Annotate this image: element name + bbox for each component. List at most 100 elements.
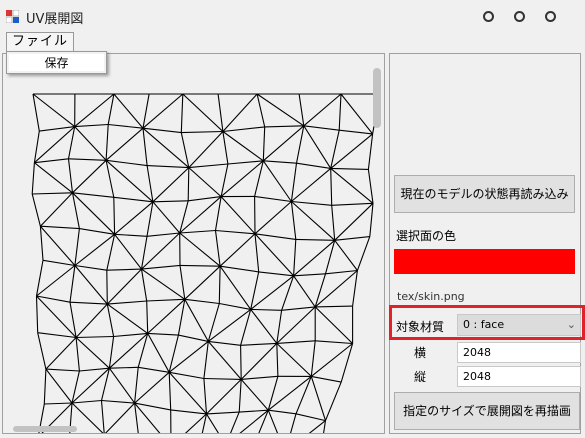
width-input[interactable]: 2048 bbox=[457, 342, 581, 363]
mesh-edge bbox=[134, 402, 161, 433]
mesh-edge bbox=[325, 269, 358, 275]
mesh-edge bbox=[250, 308, 282, 311]
file-menu[interactable]: ファイル bbox=[6, 32, 74, 51]
mesh-edge bbox=[239, 409, 269, 413]
mesh-edge bbox=[268, 409, 297, 415]
mesh-edge bbox=[206, 411, 240, 415]
window-title: UV展開図 bbox=[26, 12, 84, 27]
selected-face-color-label: 選択面の色 bbox=[396, 229, 457, 243]
reload-model-button[interactable]: 現在のモデルの状態再読み込み bbox=[394, 175, 575, 213]
mesh-edge bbox=[34, 162, 73, 194]
texture-path: tex/skin.png bbox=[397, 290, 465, 303]
mesh-edge bbox=[219, 302, 251, 310]
mesh-edge bbox=[114, 201, 154, 235]
save-menu-item[interactable]: 保存 bbox=[9, 54, 104, 71]
mesh-edge bbox=[146, 300, 149, 334]
mesh-edge bbox=[45, 368, 73, 404]
mesh-edge bbox=[75, 303, 108, 338]
menu-bar: ファイル bbox=[0, 32, 585, 52]
mesh-edge bbox=[184, 299, 209, 342]
mesh-edge bbox=[184, 298, 220, 305]
vertical-scrollbar[interactable] bbox=[373, 68, 381, 128]
mesh-edge bbox=[206, 413, 219, 433]
mesh-edge bbox=[68, 158, 107, 161]
mesh-edge bbox=[71, 370, 80, 404]
mesh-edge bbox=[106, 270, 108, 305]
mesh-edge bbox=[74, 228, 80, 266]
mesh-edge bbox=[134, 367, 139, 404]
mesh-edge bbox=[36, 265, 76, 297]
mesh-edge bbox=[331, 202, 374, 206]
mesh-edge bbox=[310, 376, 327, 421]
mesh-edge bbox=[214, 196, 222, 231]
mesh-edge bbox=[108, 123, 144, 129]
mesh-edge bbox=[152, 167, 190, 203]
mesh-edge bbox=[43, 369, 47, 405]
mesh-edge bbox=[74, 264, 107, 271]
mesh-edge bbox=[262, 126, 266, 161]
mesh-edge bbox=[220, 265, 259, 273]
mesh-edge bbox=[114, 233, 142, 270]
mesh-edge bbox=[267, 376, 279, 411]
mesh-edge bbox=[179, 229, 216, 234]
mesh-edge bbox=[369, 203, 374, 237]
mesh-edge bbox=[140, 269, 148, 302]
mesh-edge bbox=[331, 205, 336, 241]
mesh-edge bbox=[240, 309, 252, 346]
mesh-edge bbox=[184, 413, 207, 433]
mesh-edge bbox=[79, 367, 110, 372]
mesh-edge bbox=[188, 167, 222, 198]
mesh-edge bbox=[324, 240, 336, 274]
mesh-edge bbox=[74, 126, 107, 161]
mesh-edge bbox=[367, 133, 374, 170]
mesh-edge bbox=[74, 265, 108, 305]
minimize-icon[interactable] bbox=[483, 11, 494, 22]
uv-canvas[interactable] bbox=[2, 53, 385, 434]
maximize-icon[interactable] bbox=[514, 11, 525, 22]
mesh-edge bbox=[113, 196, 153, 203]
mesh-edge bbox=[330, 167, 374, 204]
mesh-edge bbox=[207, 303, 220, 342]
mesh-edge bbox=[141, 264, 181, 270]
mesh-edge bbox=[114, 233, 148, 237]
mesh-edge bbox=[330, 167, 369, 170]
mesh-edge bbox=[240, 379, 269, 411]
mesh-edge bbox=[276, 306, 316, 344]
mesh-edge bbox=[293, 239, 336, 277]
mesh-edge bbox=[256, 93, 305, 127]
mesh-edge bbox=[37, 332, 77, 339]
app-icon bbox=[6, 10, 19, 23]
mesh-edge bbox=[179, 232, 221, 267]
highlight-box bbox=[389, 305, 585, 340]
mesh-edge bbox=[250, 309, 278, 344]
height-input[interactable]: 2048 bbox=[457, 366, 581, 387]
mesh-edge bbox=[276, 343, 279, 377]
mesh-edge bbox=[142, 127, 182, 134]
mesh-edge bbox=[106, 268, 142, 305]
mesh-edge bbox=[310, 340, 316, 377]
mesh-edge bbox=[207, 308, 252, 342]
mesh-edge bbox=[215, 229, 256, 235]
mesh-edge bbox=[179, 196, 222, 234]
selected-face-color-swatch[interactable] bbox=[394, 249, 575, 274]
mesh-edge bbox=[152, 201, 181, 234]
redraw-button[interactable]: 指定のサイズで展開図を再描画 bbox=[394, 392, 580, 430]
mesh-edge bbox=[291, 201, 336, 241]
mesh-edge bbox=[100, 368, 110, 401]
horizontal-scrollbar[interactable] bbox=[13, 426, 77, 432]
mesh-edge bbox=[179, 200, 189, 234]
mesh-edge bbox=[76, 335, 114, 339]
mesh-edge bbox=[303, 125, 340, 131]
mesh-edge bbox=[146, 165, 154, 202]
mesh-edge bbox=[303, 93, 342, 127]
mesh-edge bbox=[106, 303, 115, 337]
mesh-edge bbox=[31, 193, 41, 227]
mesh-edge bbox=[352, 270, 358, 307]
mesh-edge bbox=[32, 93, 40, 132]
mesh-edge bbox=[206, 379, 242, 415]
mesh-edge bbox=[101, 399, 135, 404]
close-icon[interactable] bbox=[545, 11, 556, 22]
mesh-edge bbox=[37, 332, 47, 370]
mesh-edge bbox=[324, 381, 342, 421]
mesh-edge bbox=[240, 343, 278, 380]
